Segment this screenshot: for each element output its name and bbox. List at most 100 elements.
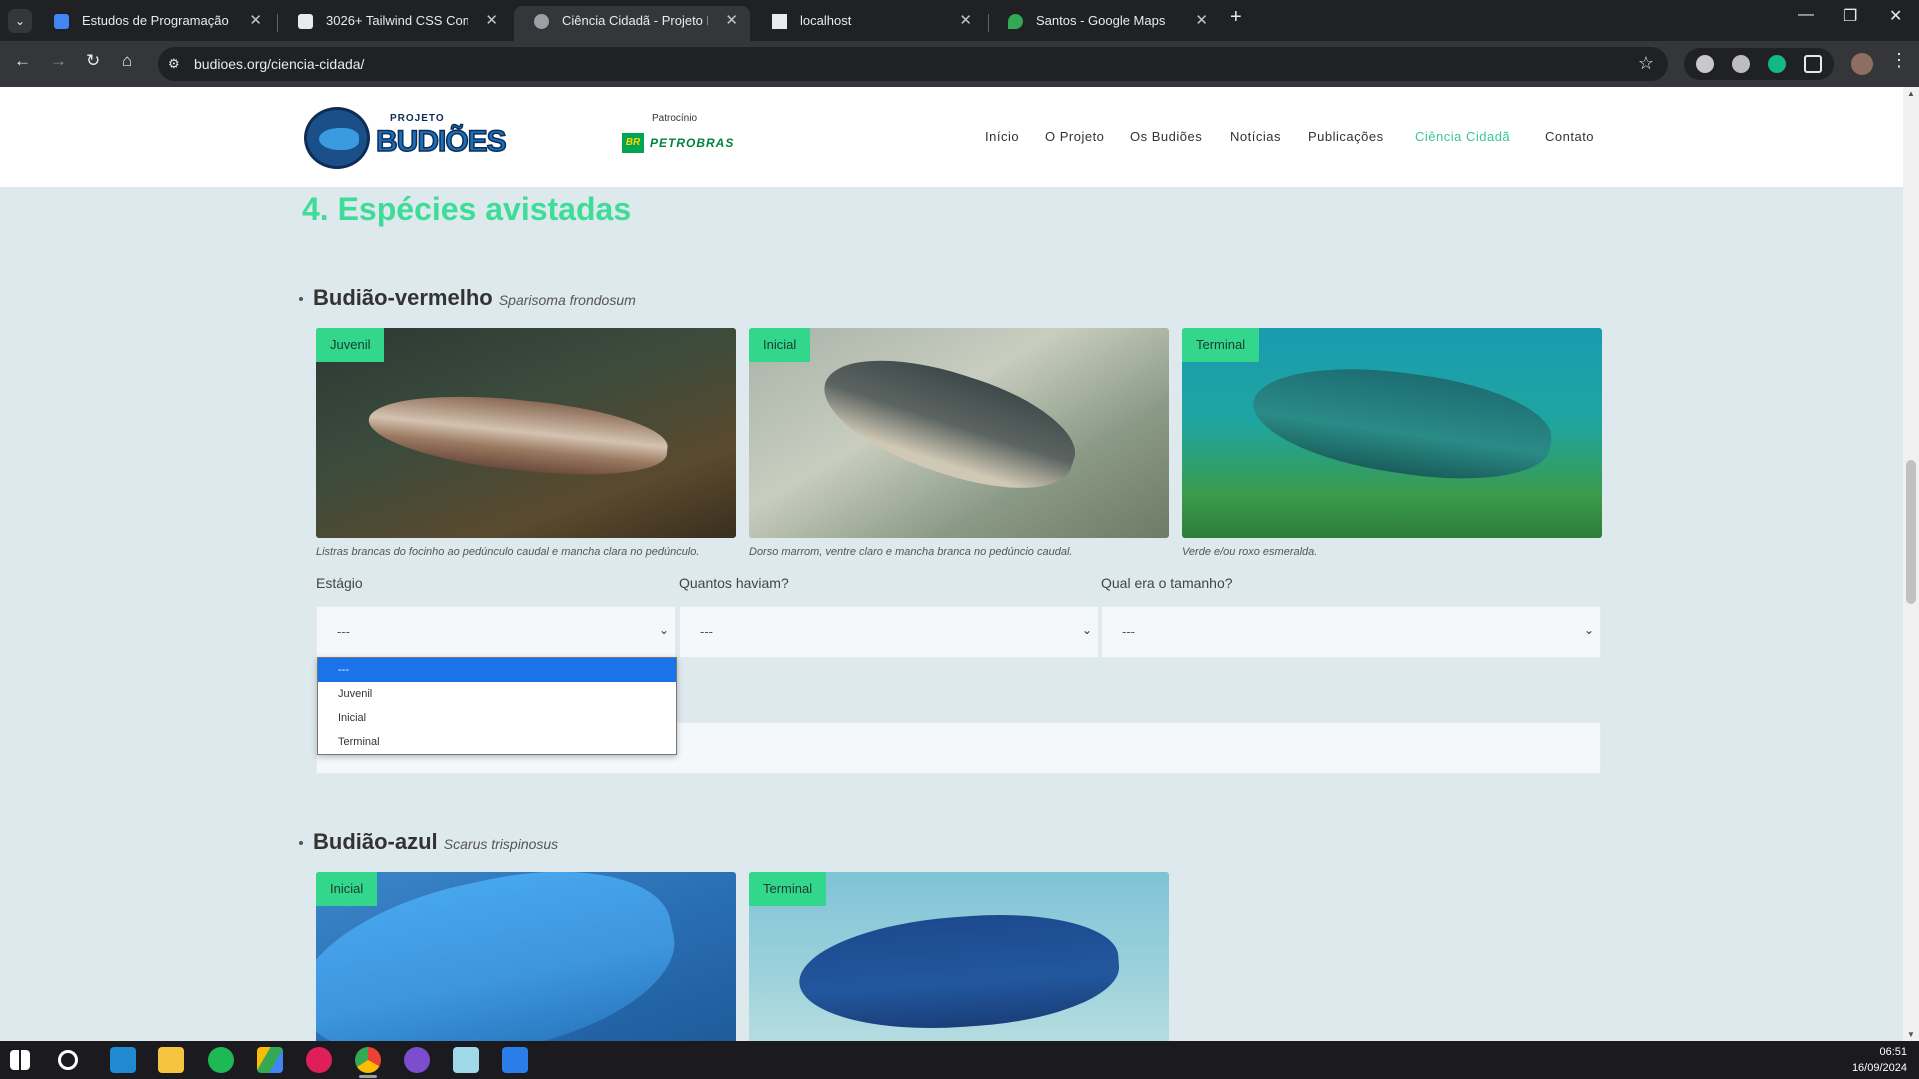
bookmark-star-icon[interactable]: ☆ — [1638, 53, 1654, 74]
chevron-down-icon: ⌄ — [1583, 623, 1594, 637]
close-tab-icon[interactable]: ✕ — [959, 6, 972, 36]
restore-button[interactable]: ❐ — [1843, 6, 1857, 26]
back-arrow-icon[interactable]: ← — [14, 51, 31, 71]
caption-terminal: Verde e/ou roxo esmeralda. — [1182, 546, 1318, 558]
photo-card-inicial: Inicial — [749, 328, 1169, 538]
photo-card-terminal: Terminal — [1182, 328, 1602, 538]
page-scrollbar[interactable]: ▲ ▼ — [1903, 87, 1919, 1041]
nav-inicio[interactable]: Início — [985, 129, 1019, 144]
active-app-indicator — [359, 1075, 377, 1078]
browser-tab-strip: ⌄ Estudos de Programação - Mes ✕ 3026+ T… — [0, 0, 1919, 41]
site-info-icon[interactable]: ⚙ — [168, 56, 180, 72]
minimize-button[interactable]: — — [1798, 6, 1814, 24]
paint-icon[interactable] — [502, 1047, 528, 1073]
tab-google-maps[interactable]: Santos - Google Maps ✕ — [988, 6, 1220, 41]
globe-extension-icon[interactable] — [1732, 55, 1750, 73]
google-drive-icon[interactable] — [257, 1047, 283, 1073]
profile-avatar[interactable] — [1851, 53, 1873, 75]
close-tab-icon[interactable]: ✕ — [1195, 6, 1208, 36]
browser-toolbar: ← → ↻ ⌂ ⚙ budioes.org/ciencia-cidada/ ☆ … — [0, 41, 1919, 87]
chevron-down-icon: ⌄ — [658, 623, 669, 637]
reload-icon[interactable]: ↻ — [86, 51, 100, 71]
tab-localhost[interactable]: localhost ✕ — [752, 6, 984, 41]
label-quantos: Quantos haviam? — [679, 575, 789, 591]
address-bar[interactable]: ⚙ budioes.org/ciencia-cidada/ ☆ — [158, 47, 1668, 81]
bullet-icon — [299, 297, 303, 302]
tab-search-button[interactable]: ⌄ — [8, 9, 32, 33]
nav-publicacoes[interactable]: Publicações — [1308, 129, 1384, 144]
size-select[interactable]: --- ⌄ — [1101, 606, 1601, 658]
scroll-down-icon[interactable]: ▼ — [1907, 1030, 1915, 1039]
section-title: 4. Espécies avistadas — [302, 191, 632, 227]
fish-image — [1246, 352, 1558, 494]
petrobras-br-logo: BR — [622, 133, 644, 153]
sponsor-label: Patrocínio — [652, 113, 698, 124]
stage-select[interactable]: --- ⌄ — [316, 606, 676, 658]
slack-icon[interactable] — [306, 1047, 332, 1073]
caption-juvenil: Listras brancas do focinho ao pedúnculo … — [316, 546, 700, 558]
forward-arrow-icon[interactable]: → — [50, 51, 67, 71]
a-extension-icon[interactable] — [1768, 55, 1786, 73]
nav-noticias[interactable]: Notícias — [1230, 129, 1281, 144]
stage-badge: Inicial — [316, 872, 378, 906]
tailwind-site-icon — [298, 14, 313, 29]
petrobras-logo-text: PETROBRAS — [650, 136, 735, 150]
stage-badge: Terminal — [749, 872, 827, 906]
scrollbar-thumb[interactable] — [1906, 460, 1916, 604]
stage-badge: Inicial — [749, 328, 811, 362]
nav-contato[interactable]: Contato — [1545, 129, 1594, 144]
chrome-menu-icon[interactable]: ⋮ — [1890, 50, 1908, 71]
close-tab-icon[interactable]: ✕ — [485, 6, 498, 36]
github-desktop-icon[interactable] — [404, 1047, 430, 1073]
scroll-up-icon[interactable]: ▲ — [1907, 89, 1915, 98]
windows-taskbar: 06:51 16/09/2024 — [0, 1041, 1919, 1079]
extensions-group — [1684, 48, 1834, 80]
caption-inicial: Dorso marrom, ventre claro e mancha bran… — [749, 546, 1073, 558]
extension-icon[interactable] — [1696, 55, 1714, 73]
tab-estudos[interactable]: Estudos de Programação - Mes ✕ — [34, 6, 274, 41]
maps-pin-icon — [1008, 14, 1023, 29]
budioes-site-icon — [534, 14, 549, 29]
count-select[interactable]: --- ⌄ — [679, 606, 1099, 658]
notepad-icon[interactable] — [453, 1047, 479, 1073]
windows-start-icon[interactable] — [10, 1050, 30, 1070]
option-terminal[interactable]: Terminal — [318, 730, 676, 754]
option-inicial[interactable]: Inicial — [318, 706, 676, 730]
option-placeholder[interactable]: --- — [318, 658, 676, 682]
close-tab-icon[interactable]: ✕ — [249, 6, 262, 36]
search-icon[interactable] — [58, 1050, 78, 1070]
close-tab-icon[interactable]: ✕ — [725, 6, 738, 36]
projeto-budioes-logo[interactable]: PROJETO BUDIÕES — [304, 107, 507, 169]
new-tab-button[interactable]: + — [1230, 6, 1242, 29]
photo-card-juvenil: Juvenil — [316, 328, 736, 538]
web-page: PROJETO BUDIÕES Patrocínio BR PETROBRAS … — [0, 87, 1903, 1041]
fish-image — [795, 905, 1123, 1039]
nav-os-budioes[interactable]: Os Budiões — [1130, 129, 1202, 144]
system-clock[interactable]: 06:51 16/09/2024 — [1852, 1044, 1907, 1076]
stage-badge: Terminal — [1182, 328, 1260, 362]
tab-ciencia-cidada[interactable]: Ciência Cidadã - Projeto Budiõe ✕ — [514, 6, 750, 41]
vscode-icon[interactable] — [110, 1047, 136, 1073]
photo-card-azul-inicial: Inicial — [316, 872, 736, 1041]
photo-card-azul-terminal: Terminal — [749, 872, 1169, 1041]
option-juvenil[interactable]: Juvenil — [318, 682, 676, 706]
home-icon[interactable]: ⌂ — [122, 51, 132, 71]
fish-image — [365, 384, 671, 486]
close-window-button[interactable]: ✕ — [1889, 6, 1902, 26]
fish-logo-icon — [304, 107, 370, 169]
localhost-icon — [772, 14, 787, 29]
puzzle-extensions-icon[interactable] — [1804, 55, 1822, 73]
stage-dropdown-list: --- Juvenil Inicial Terminal — [317, 657, 677, 755]
fish-image — [809, 335, 1089, 511]
chevron-down-icon: ⌄ — [1081, 623, 1092, 637]
tab-tailwind[interactable]: 3026+ Tailwind CSS Componen ✕ — [278, 6, 510, 41]
stage-badge: Juvenil — [316, 328, 385, 362]
chrome-icon[interactable] — [355, 1047, 381, 1073]
url-text[interactable]: budioes.org/ciencia-cidada/ — [194, 56, 364, 72]
file-explorer-icon[interactable] — [158, 1047, 184, 1073]
spotify-icon[interactable] — [208, 1047, 234, 1073]
nav-o-projeto[interactable]: O Projeto — [1045, 129, 1104, 144]
label-estagio: Estágio — [316, 575, 363, 591]
nav-ciencia-cidada[interactable]: Ciência Cidadã — [1415, 129, 1510, 144]
species-heading-budiao-vermelho: Budião-vermelho Sparisoma frondosum — [299, 285, 636, 311]
